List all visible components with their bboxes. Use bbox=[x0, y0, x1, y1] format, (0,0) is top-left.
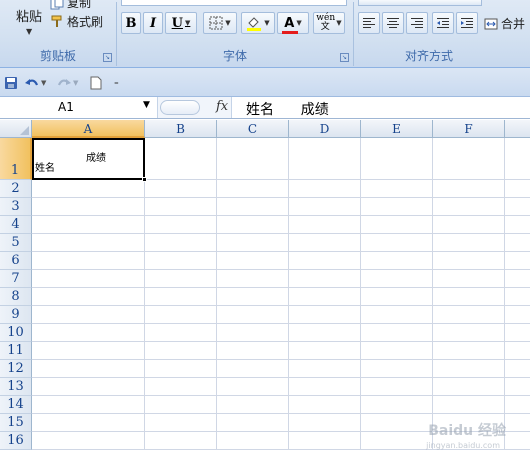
save-button[interactable] bbox=[4, 75, 18, 91]
copy-label: 复制 bbox=[67, 0, 92, 10]
phonetic-button[interactable]: wén 文 ▼ bbox=[313, 12, 345, 34]
paste-label: 粘贴 bbox=[16, 10, 43, 25]
formula-bar: A1 ▼ fx 姓名 成绩 bbox=[0, 97, 530, 119]
save-icon bbox=[5, 77, 17, 89]
new-document-button[interactable] bbox=[90, 75, 102, 91]
quick-access-toolbar: ▼ ▼ ₌ bbox=[0, 68, 530, 97]
redo-button[interactable]: ▼ bbox=[56, 75, 78, 91]
decrease-indent-button[interactable] bbox=[432, 12, 454, 34]
row-header-14[interactable]: 14 bbox=[0, 396, 32, 414]
copy-button[interactable]: 复制 bbox=[50, 0, 91, 11]
new-document-icon bbox=[90, 76, 102, 90]
row-header-9[interactable]: 9 bbox=[0, 306, 32, 324]
decrease-indent-icon bbox=[437, 18, 449, 28]
column-header-g[interactable] bbox=[505, 120, 530, 138]
increase-indent-button[interactable] bbox=[456, 12, 478, 34]
column-header-e[interactable]: E bbox=[361, 120, 433, 138]
ribbon: 粘贴 ▼ 复制 格式刷 剪贴板 ↘ B I U ▼ ▼ ▼ A ▼ wén 文 … bbox=[0, 0, 530, 68]
customize-qat-icon[interactable]: ₌ bbox=[114, 75, 119, 91]
bold-label: B bbox=[125, 15, 137, 31]
column-header-d[interactable]: D bbox=[289, 120, 361, 138]
row-header-8[interactable]: 8 bbox=[0, 288, 32, 306]
column-header-f[interactable]: F bbox=[433, 120, 505, 138]
format-painter-label: 格式刷 bbox=[67, 15, 104, 29]
format-painter-icon bbox=[51, 15, 62, 27]
fill-color-button[interactable]: ▼ bbox=[241, 12, 275, 34]
align-right-icon bbox=[411, 18, 423, 28]
paste-dropdown-icon[interactable]: ▼ bbox=[26, 27, 32, 36]
name-box-value: A1 bbox=[58, 100, 74, 114]
row-header-2[interactable]: 2 bbox=[0, 180, 32, 198]
border-button[interactable]: ▼ bbox=[203, 12, 237, 34]
font-launcher-icon[interactable]: ↘ bbox=[340, 53, 349, 62]
row-header-1[interactable]: 1 bbox=[0, 138, 32, 180]
row-header-7[interactable]: 7 bbox=[0, 270, 32, 288]
fx-area: fx bbox=[158, 97, 232, 118]
font-color-glyph: A bbox=[284, 15, 295, 31]
watermark-url: jingyan.baidu.com bbox=[426, 441, 500, 450]
format-painter-button[interactable]: 格式刷 bbox=[50, 13, 103, 30]
cell-a1-line1: 成绩 bbox=[86, 153, 106, 164]
align-center-button[interactable] bbox=[382, 12, 404, 34]
insert-function-icon[interactable]: fx bbox=[216, 99, 228, 114]
formula-input[interactable]: 姓名 成绩 bbox=[246, 99, 329, 119]
merge-center-button[interactable]: 合并 bbox=[484, 15, 525, 32]
increase-indent-icon bbox=[461, 18, 473, 28]
row-header-13[interactable]: 13 bbox=[0, 378, 32, 396]
row-header-10[interactable]: 10 bbox=[0, 324, 32, 342]
redo-icon bbox=[57, 79, 71, 86]
phonetic-glyph: wén 文 bbox=[316, 13, 336, 32]
row-header-5[interactable]: 5 bbox=[0, 234, 32, 252]
name-box[interactable]: A1 ▼ bbox=[0, 97, 158, 118]
row-header-12[interactable]: 12 bbox=[0, 360, 32, 378]
alignment-group-label: 对齐方式 bbox=[404, 49, 453, 63]
clipboard-launcher-icon[interactable]: ↘ bbox=[103, 53, 112, 62]
font-group: B I U ▼ ▼ ▼ A ▼ wén 文 ▼ 字体 ↘ bbox=[117, 0, 353, 68]
font-group-label: 字体 bbox=[222, 49, 247, 63]
alignment-group: 合并 对齐方式 bbox=[354, 0, 530, 68]
underline-button[interactable]: U ▼ bbox=[165, 12, 197, 34]
border-icon bbox=[209, 16, 223, 30]
italic-button[interactable]: I bbox=[143, 12, 163, 34]
column-header-c[interactable]: C bbox=[217, 120, 289, 138]
align-left-button[interactable] bbox=[358, 12, 380, 34]
fill-color-icon bbox=[247, 17, 262, 31]
row-header-3[interactable]: 3 bbox=[0, 198, 32, 216]
formula-splitter-handle[interactable] bbox=[160, 100, 200, 115]
clipboard-group: 粘贴 ▼ 复制 格式刷 剪贴板 ↘ bbox=[0, 0, 116, 68]
select-all-button[interactable] bbox=[0, 120, 32, 138]
align-left-icon bbox=[363, 18, 375, 28]
redo-dropdown-icon[interactable]: ▼ bbox=[73, 79, 78, 87]
underline-label: U bbox=[171, 15, 183, 31]
cell-a1-line2: 姓名 bbox=[35, 163, 55, 174]
merge-label: 合并 bbox=[501, 17, 526, 31]
row-header-6[interactable]: 6 bbox=[0, 252, 32, 270]
cell-a1[interactable]: 成绩 姓名 bbox=[32, 138, 145, 180]
fill-handle[interactable] bbox=[142, 177, 147, 182]
column-header-b[interactable]: B bbox=[145, 120, 217, 138]
row-header-15[interactable]: 15 bbox=[0, 414, 32, 432]
italic-label: I bbox=[149, 15, 157, 31]
font-color-swatch bbox=[282, 30, 299, 34]
row-header-16[interactable]: 16 bbox=[0, 432, 32, 450]
name-box-dropdown-icon[interactable]: ▼ bbox=[143, 100, 150, 110]
worksheet-grid[interactable]: A B C D E F 1 2 3 4 5 6 7 8 9 10 11 12 1… bbox=[0, 120, 530, 450]
align-center-icon bbox=[387, 18, 399, 28]
bold-button[interactable]: B bbox=[121, 12, 141, 34]
column-header-a[interactable]: A bbox=[32, 120, 145, 138]
row-header-4[interactable]: 4 bbox=[0, 216, 32, 234]
watermark-logo: Baidu 经验 bbox=[428, 423, 506, 439]
undo-icon bbox=[25, 79, 39, 86]
copy-icon bbox=[50, 0, 64, 9]
font-name-box[interactable] bbox=[121, 0, 347, 6]
undo-button[interactable]: ▼ bbox=[24, 75, 46, 91]
align-right-button[interactable] bbox=[406, 12, 428, 34]
merge-icon bbox=[484, 18, 498, 29]
clipboard-group-label: 剪贴板 bbox=[39, 49, 76, 63]
paste-button[interactable]: 粘贴 ▼ bbox=[4, 0, 46, 40]
font-color-button[interactable]: A ▼ bbox=[277, 12, 309, 34]
undo-dropdown-icon[interactable]: ▼ bbox=[41, 79, 46, 87]
row-header-11[interactable]: 11 bbox=[0, 342, 32, 360]
